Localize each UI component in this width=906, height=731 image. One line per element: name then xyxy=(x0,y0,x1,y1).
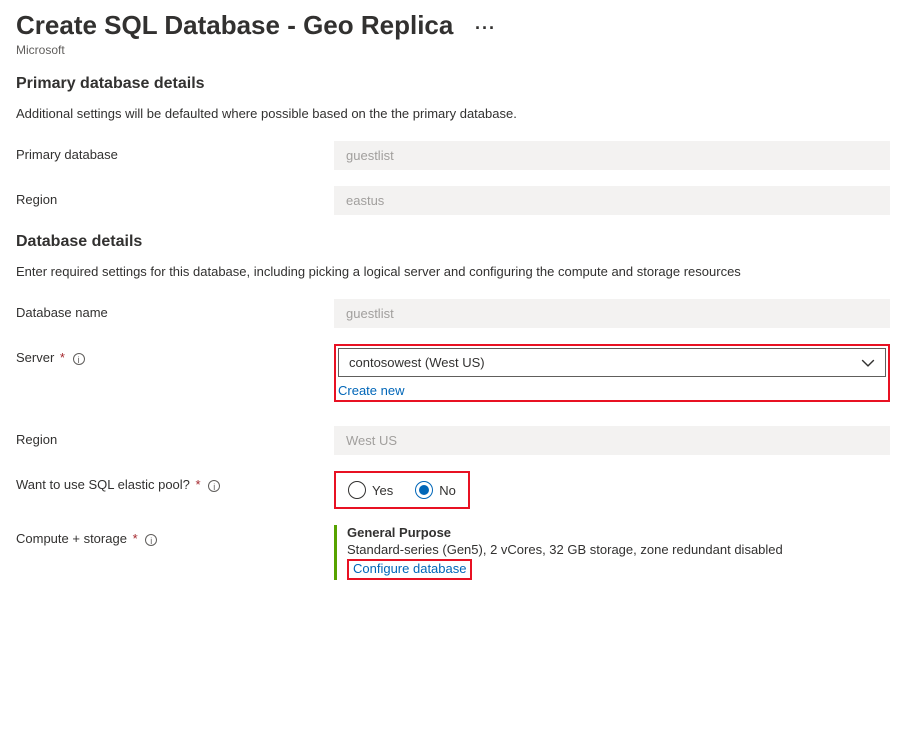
publisher-label: Microsoft xyxy=(16,43,890,57)
info-icon[interactable]: i xyxy=(73,353,85,365)
server-label: Server * i xyxy=(16,344,334,365)
section-heading-details: Database details xyxy=(16,233,890,251)
section-desc-primary: Additional settings will be defaulted wh… xyxy=(16,105,890,123)
configure-database-link[interactable]: Configure database xyxy=(353,561,466,576)
radio-icon xyxy=(348,481,366,499)
replica-region-value: West US xyxy=(334,426,890,455)
compute-storage-label: Compute + storage * i xyxy=(16,525,334,546)
elastic-no-radio[interactable]: No xyxy=(415,481,456,499)
page-title: Create SQL Database - Geo Replica xyxy=(16,10,453,41)
compute-tier: General Purpose xyxy=(347,525,890,540)
section-heading-primary: Primary database details xyxy=(16,75,890,93)
compute-summary: General Purpose Standard-series (Gen5), … xyxy=(334,525,890,580)
replica-region-label: Region xyxy=(16,426,334,447)
elastic-yes-radio[interactable]: Yes xyxy=(348,481,393,499)
elastic-yes-label: Yes xyxy=(372,483,393,498)
primary-database-value: guestlist xyxy=(334,141,890,170)
more-actions-button[interactable]: ··· xyxy=(475,18,496,39)
create-new-server-link[interactable]: Create new xyxy=(338,383,404,398)
compute-detail: Standard-series (Gen5), 2 vCores, 32 GB … xyxy=(347,542,890,557)
radio-icon-selected xyxy=(415,481,433,499)
primary-region-value: eastus xyxy=(334,186,890,215)
elastic-highlight: Yes No xyxy=(334,471,470,509)
configure-highlight: Configure database xyxy=(347,559,472,580)
required-indicator: * xyxy=(196,477,201,492)
database-name-label: Database name xyxy=(16,299,334,320)
chevron-down-icon xyxy=(861,356,875,370)
required-indicator: * xyxy=(60,350,65,365)
primary-database-label: Primary database xyxy=(16,141,334,162)
elastic-pool-label: Want to use SQL elastic pool? * i xyxy=(16,471,334,492)
server-highlight: contosowest (West US) Create new xyxy=(334,344,890,402)
server-dropdown-value: contosowest (West US) xyxy=(349,355,485,370)
server-dropdown[interactable]: contosowest (West US) xyxy=(338,348,886,377)
database-name-value: guestlist xyxy=(334,299,890,328)
info-icon[interactable]: i xyxy=(145,534,157,546)
required-indicator: * xyxy=(133,531,138,546)
section-desc-details: Enter required settings for this databas… xyxy=(16,263,890,281)
elastic-no-label: No xyxy=(439,483,456,498)
primary-region-label: Region xyxy=(16,186,334,207)
info-icon[interactable]: i xyxy=(208,480,220,492)
